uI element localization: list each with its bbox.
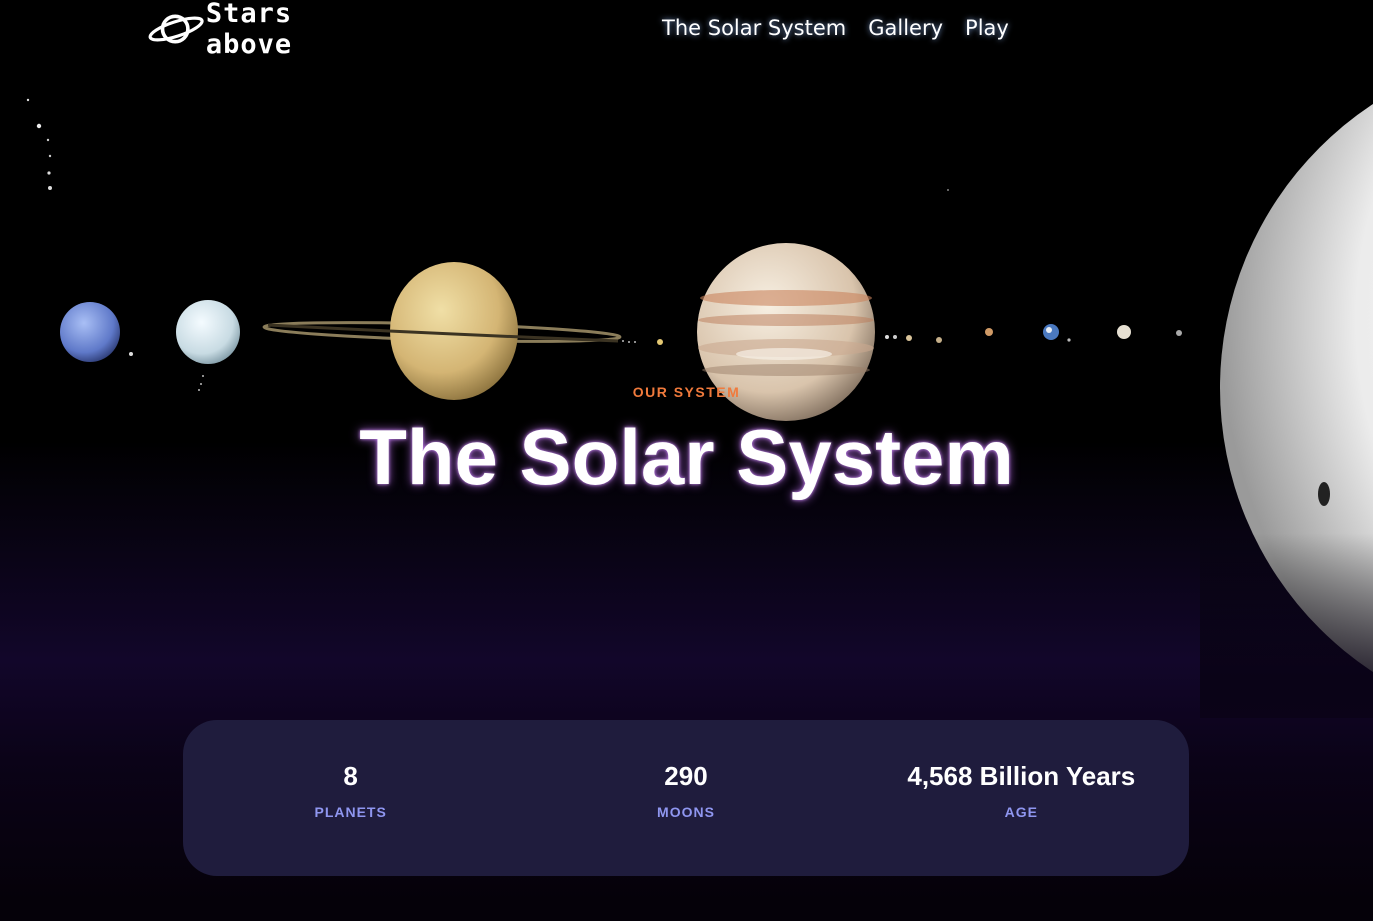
stat-planets: 8 PLANETS (183, 720, 518, 876)
stats-panel: 8 PLANETS 290 MOONS 4,568 Billion Years … (183, 720, 1189, 876)
stat-label: MOONS (657, 804, 715, 820)
stat-label: PLANETS (314, 804, 387, 820)
uranus (176, 300, 240, 364)
hero-eyebrow: OUR SYSTEM (632, 384, 741, 400)
mercury (1176, 330, 1182, 336)
nav-link-gallery[interactable]: Gallery (868, 16, 943, 40)
logo[interactable]: Stars above (148, 0, 378, 60)
neptune (60, 302, 120, 362)
site-header: Stars above The Solar System Gallery Pla… (0, 0, 1373, 60)
planet-logo-icon (148, 14, 204, 44)
venus (1117, 325, 1131, 339)
main-nav: The Solar System Gallery Play (662, 16, 1009, 40)
logo-text: Stars above (205, 0, 293, 60)
stat-moons: 290 MOONS (518, 720, 853, 876)
nav-link-play[interactable]: Play (965, 16, 1009, 40)
stat-value: 290 (664, 761, 708, 791)
stat-value: 8 (343, 761, 358, 791)
page-title: The Solar System (359, 413, 1014, 501)
stat-value: 4,568 Billion Years (907, 761, 1136, 791)
stat-age: 4,568 Billion Years AGE (854, 720, 1189, 876)
stat-label: AGE (1004, 804, 1038, 820)
mars (985, 328, 993, 336)
nav-link-solar-system[interactable]: The Solar System (662, 16, 846, 40)
